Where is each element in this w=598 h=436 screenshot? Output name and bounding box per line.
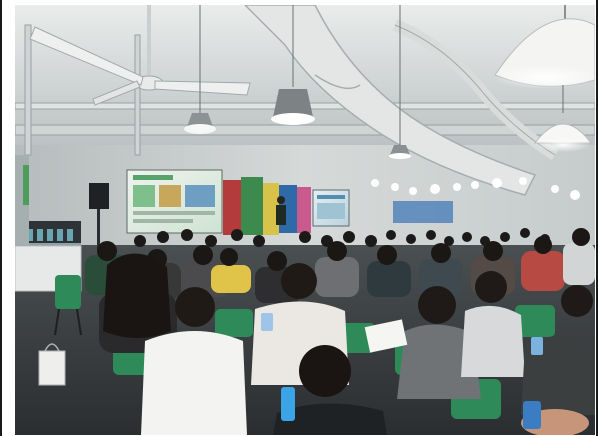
- presenter-figure: [276, 196, 286, 225]
- right-wall-lit-panel: [393, 201, 453, 223]
- image-frame: [0, 0, 598, 436]
- speaker-cabinet: [89, 183, 109, 209]
- photo-canvas: [15, 5, 595, 435]
- event-photo: [15, 5, 595, 435]
- smartphone: [261, 313, 273, 331]
- left-border-line: [0, 0, 2, 436]
- smartphone-screen: [281, 387, 295, 421]
- speaker-stand: [97, 209, 100, 249]
- projection-screen-right: [312, 189, 350, 227]
- left-side-wall-green-edge: [23, 165, 29, 205]
- smartphone-far-right: [531, 337, 543, 355]
- projection-screen-left: [126, 169, 223, 234]
